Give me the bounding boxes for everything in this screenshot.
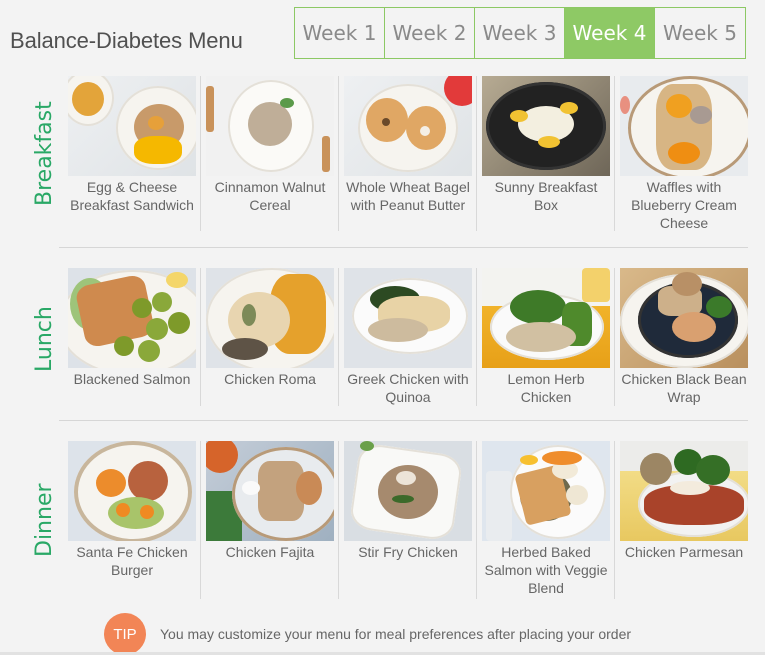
meal-image[interactable] (620, 76, 748, 176)
meal-name: Whole Wheat Bagel with Peanut Butter (346, 179, 470, 213)
section-breakfast: Breakfast Egg & Cheese Breakfast Sandwic… (0, 76, 765, 236)
meal-name: Santa Fe Chicken Burger (76, 544, 188, 578)
meal-image[interactable] (344, 441, 472, 541)
meal-card[interactable]: Whole Wheat Bagel with Peanut Butter (339, 76, 477, 214)
meal-name: Egg & Cheese Breakfast Sandwich (70, 179, 194, 213)
meal-card[interactable]: Herbed Baked Salmon with Veggie Blend (477, 441, 615, 597)
meal-name: Chicken Black Bean Wrap (621, 371, 747, 405)
meal-name: Herbed Baked Salmon with Veggie Blend (484, 544, 608, 596)
section-divider (59, 247, 748, 248)
page-title: Balance-Diabetes Menu (10, 28, 243, 53)
meal-image[interactable] (482, 441, 610, 541)
meal-image[interactable] (68, 268, 196, 368)
meal-image[interactable] (68, 76, 196, 176)
meal-card[interactable]: Cinnamon Walnut Cereal (201, 76, 339, 214)
tip-text: You may customize your menu for meal pre… (160, 626, 632, 642)
section-label-dinner: Dinner (32, 483, 57, 557)
meal-name: Stir Fry Chicken (358, 544, 458, 560)
section-divider (59, 420, 748, 421)
tab-week-2[interactable]: Week 2 (385, 8, 475, 58)
week-tabs: Week 1 Week 2 Week 3 Week 4 Week 5 (294, 7, 746, 59)
meal-name: Cinnamon Walnut Cereal (214, 179, 326, 213)
meal-image[interactable] (620, 441, 748, 541)
meal-card[interactable]: Waffles with Blueberry Cream Cheese (615, 76, 753, 232)
meal-image[interactable] (620, 268, 748, 368)
meal-image[interactable] (482, 268, 610, 368)
meal-name: Blackened Salmon (73, 371, 191, 387)
section-label-breakfast: Breakfast (32, 101, 57, 206)
meal-image[interactable] (206, 76, 334, 176)
meal-image[interactable] (68, 441, 196, 541)
tab-week-4[interactable]: Week 4 (565, 8, 655, 58)
tab-week-3[interactable]: Week 3 (475, 8, 565, 58)
meal-card[interactable]: Lemon Herb Chicken (477, 268, 615, 406)
meal-card[interactable]: Sunny Breakfast Box (477, 76, 615, 214)
meal-name: Waffles with Blueberry Cream Cheese (631, 179, 737, 231)
meal-card[interactable]: Chicken Parmesan (615, 441, 753, 561)
section-label-lunch: Lunch (32, 306, 57, 372)
meal-image[interactable] (206, 441, 334, 541)
meal-name: Chicken Fajita (225, 544, 315, 560)
meal-card[interactable]: Stir Fry Chicken (339, 441, 477, 561)
meal-image[interactable] (344, 76, 472, 176)
tab-week-5[interactable]: Week 5 (655, 8, 745, 58)
meal-card[interactable]: Greek Chicken with Quinoa (339, 268, 477, 406)
tip-banner: TIP You may customize your menu for meal… (104, 613, 631, 655)
meal-name: Greek Chicken with Quinoa (347, 371, 469, 405)
meal-image[interactable] (344, 268, 472, 368)
section-dinner: Dinner Santa Fe Chicken Burger Chicken F… (0, 441, 765, 601)
meal-card[interactable]: Chicken Roma (201, 268, 339, 388)
meal-card[interactable]: Chicken Black Bean Wrap (615, 268, 753, 406)
meal-card[interactable]: Blackened Salmon (63, 268, 201, 388)
meal-card[interactable]: Santa Fe Chicken Burger (63, 441, 201, 579)
meal-image[interactable] (206, 268, 334, 368)
meal-name: Lemon Herb Chicken (507, 371, 585, 405)
meal-name: Sunny Breakfast Box (494, 179, 598, 213)
meal-name: Chicken Roma (224, 371, 316, 387)
tip-badge: TIP (104, 613, 146, 655)
tab-week-1[interactable]: Week 1 (295, 8, 385, 58)
section-lunch: Lunch Blackened Salmon Chicken Roma Gree… (0, 268, 765, 408)
meal-name: Chicken Parmesan (624, 544, 744, 560)
meal-card[interactable]: Egg & Cheese Breakfast Sandwich (63, 76, 201, 214)
meal-card[interactable]: Chicken Fajita (201, 441, 339, 561)
meal-image[interactable] (482, 76, 610, 176)
